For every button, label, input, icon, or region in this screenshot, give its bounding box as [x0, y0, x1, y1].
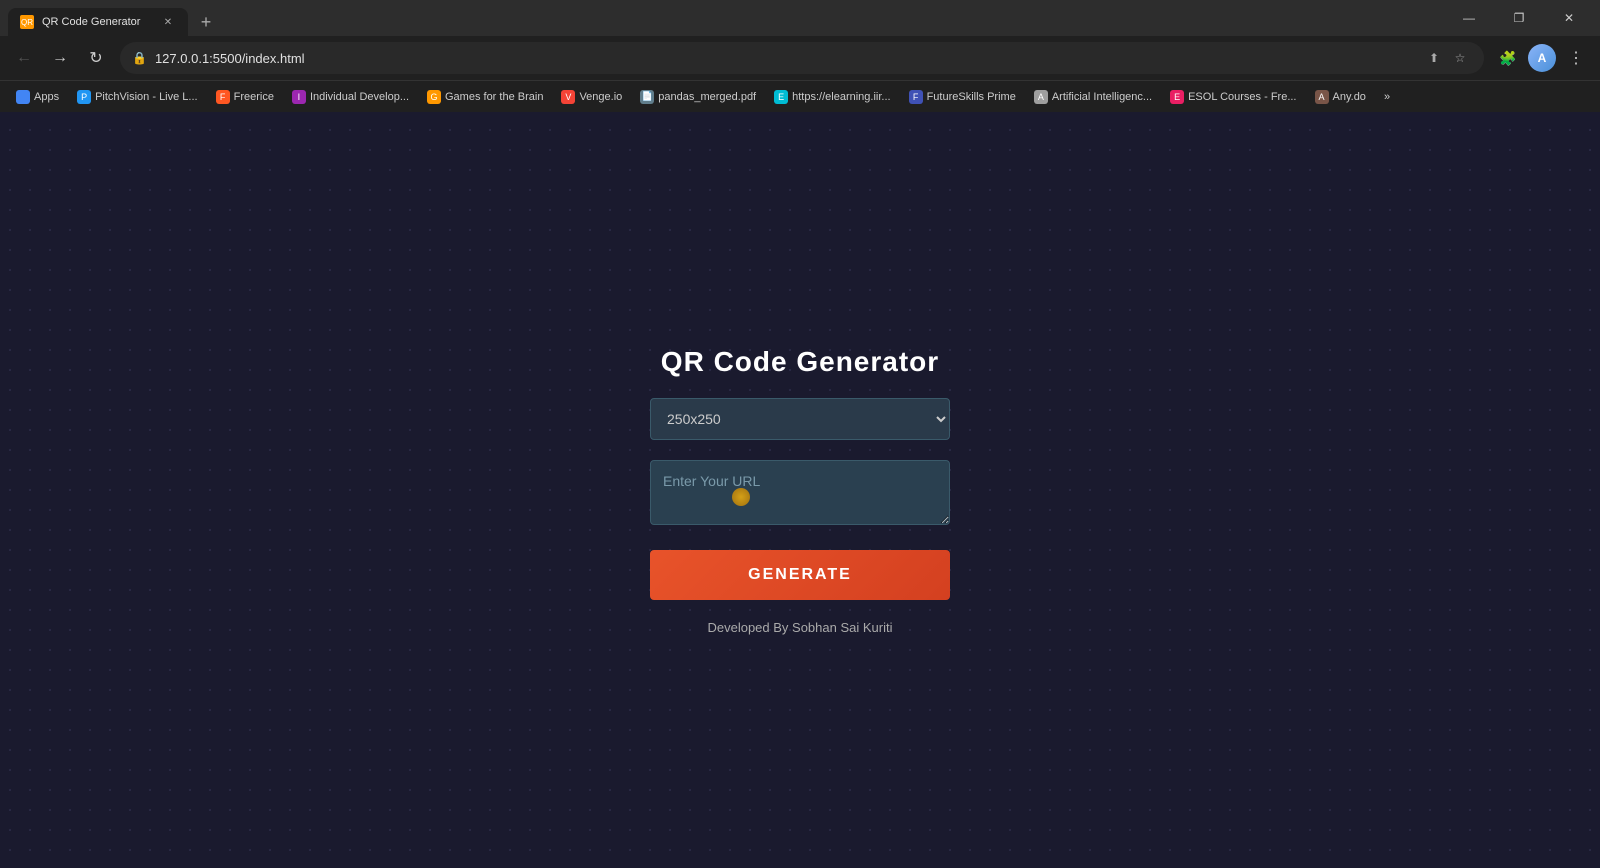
footer-credit: Developed By Sobhan Sai Kuriti — [707, 620, 892, 635]
new-tab-button[interactable]: + — [192, 8, 220, 36]
bookmark-elearn-label: https://elearning.iir... — [792, 91, 890, 103]
bookmark-esol[interactable]: E ESOL Courses - Fre... — [1162, 86, 1304, 108]
bookmark-pandas[interactable]: 📄 pandas_merged.pdf — [632, 86, 764, 108]
back-button[interactable]: ← — [8, 42, 40, 74]
more-button[interactable]: ⋮ — [1560, 42, 1592, 74]
bookmark-future-favicon: F — [909, 90, 923, 104]
bookmark-games[interactable]: G Games for the Brain — [419, 86, 551, 108]
bookmark-venge-label: Venge.io — [579, 91, 622, 103]
bookmarks-bar: Apps P PitchVision - Live L... F Freeric… — [0, 80, 1600, 112]
window-controls: — ❐ ✕ — [1446, 4, 1592, 32]
tab-title: QR Code Generator — [42, 16, 152, 28]
bookmark-apps-label: Apps — [34, 91, 59, 103]
main-content: QR Code Generator 250x250 300x300 400x40… — [0, 112, 1600, 868]
tab-close-button[interactable]: ✕ — [160, 14, 176, 30]
nav-right-buttons: 🧩 A ⋮ — [1492, 42, 1592, 74]
bookmark-pitchvision[interactable]: P PitchVision - Live L... — [69, 86, 206, 108]
app-container: QR Code Generator 250x250 300x300 400x40… — [650, 346, 950, 635]
size-select[interactable]: 250x250 300x300 400x400 500x500 — [650, 398, 950, 440]
generate-button[interactable]: GENERATE — [650, 550, 950, 600]
page-title: QR Code Generator — [661, 346, 939, 378]
address-actions: ⬆ ☆ — [1422, 46, 1472, 70]
bookmark-venge-favicon: V — [561, 90, 575, 104]
lock-icon: 🔒 — [132, 51, 147, 65]
bookmark-freerice[interactable]: F Freerice — [208, 86, 282, 108]
minimize-button[interactable]: — — [1446, 4, 1492, 32]
bookmark-free-label: Freerice — [234, 91, 274, 103]
bookmark-venge[interactable]: V Venge.io — [553, 86, 630, 108]
bookmark-games-label: Games for the Brain — [445, 91, 543, 103]
url-textarea[interactable] — [650, 460, 950, 525]
bookmark-indie-favicon: I — [292, 90, 306, 104]
profile-button[interactable]: A — [1526, 42, 1558, 74]
bookmark-pandas-label: pandas_merged.pdf — [658, 91, 756, 103]
bookmark-elearning[interactable]: E https://elearning.iir... — [766, 86, 898, 108]
browser-chrome: QR QR Code Generator ✕ + — ❐ ✕ ← → ↻ 🔒 1… — [0, 0, 1600, 112]
bookmark-pandas-favicon: 📄 — [640, 90, 654, 104]
bookmark-indie[interactable]: I Individual Develop... — [284, 86, 417, 108]
bookmark-future-label: FutureSkills Prime — [927, 91, 1016, 103]
active-tab[interactable]: QR QR Code Generator ✕ — [8, 8, 188, 36]
bookmark-ai-favicon: A — [1034, 90, 1048, 104]
bookmark-indie-label: Individual Develop... — [310, 91, 409, 103]
forward-button[interactable]: → — [44, 42, 76, 74]
extensions-button[interactable]: 🧩 — [1492, 42, 1524, 74]
close-button[interactable]: ✕ — [1546, 4, 1592, 32]
bookmark-free-favicon: F — [216, 90, 230, 104]
bookmark-apps[interactable]: Apps — [8, 86, 67, 108]
tab-favicon: QR — [20, 15, 34, 29]
share-button[interactable]: ⬆ — [1422, 46, 1446, 70]
nav-bar: ← → ↻ 🔒 127.0.0.1:5500/index.html ⬆ ☆ 🧩 … — [0, 36, 1600, 80]
bookmark-games-favicon: G — [427, 90, 441, 104]
bookmark-future[interactable]: F FutureSkills Prime — [901, 86, 1024, 108]
bookmark-any-label: Any.do — [1333, 91, 1366, 103]
title-bar: QR QR Code Generator ✕ + — ❐ ✕ — [0, 0, 1600, 36]
bookmark-esol-favicon: E — [1170, 90, 1184, 104]
textarea-container — [650, 460, 950, 530]
bookmark-any-favicon: A — [1315, 90, 1329, 104]
profile-avatar: A — [1528, 44, 1556, 72]
bookmark-pitch-label: PitchVision - Live L... — [95, 91, 198, 103]
bookmark-more[interactable]: » — [1376, 87, 1398, 107]
bookmark-esol-label: ESOL Courses - Fre... — [1188, 91, 1296, 103]
bookmark-ai-label: Artificial Intelligenc... — [1052, 91, 1152, 103]
address-bar[interactable]: 🔒 127.0.0.1:5500/index.html ⬆ ☆ — [120, 42, 1484, 74]
bookmark-more-icon: » — [1384, 91, 1390, 103]
bookmark-ai[interactable]: A Artificial Intelligenc... — [1026, 86, 1160, 108]
maximize-button[interactable]: ❐ — [1496, 4, 1542, 32]
tab-area: QR QR Code Generator ✕ + — [8, 0, 1446, 36]
bookmark-apps-favicon — [16, 90, 30, 104]
bookmark-pitch-favicon: P — [77, 90, 91, 104]
bookmark-elearn-favicon: E — [774, 90, 788, 104]
bookmark-button[interactable]: ☆ — [1448, 46, 1472, 70]
address-text: 127.0.0.1:5500/index.html — [155, 51, 1414, 66]
refresh-button[interactable]: ↻ — [80, 42, 112, 74]
bookmark-anydo[interactable]: A Any.do — [1307, 86, 1374, 108]
